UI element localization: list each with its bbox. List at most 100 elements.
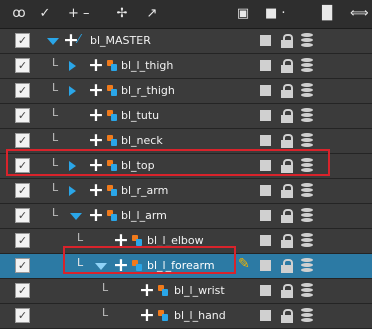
tree-branch-icon: L <box>52 81 59 94</box>
color-swatch-icon[interactable] <box>260 135 271 146</box>
enable-icon[interactable]: ✓ <box>38 5 52 23</box>
pencil-icon: ⁄ <box>78 32 81 46</box>
lock-icon[interactable] <box>281 59 293 73</box>
expand-arrow-icon[interactable] <box>70 213 82 220</box>
tree-branch-icon: L <box>52 56 59 69</box>
lock-icon[interactable] <box>281 184 293 198</box>
expand-arrow-icon[interactable] <box>47 38 59 45</box>
layer-stack-icon[interactable] <box>301 283 313 297</box>
layer-stack-icon[interactable] <box>301 258 313 272</box>
layer-row[interactable]: ✓ L + bl_l_arm <box>0 204 372 229</box>
onion-skin-icon[interactable]: ꝏ <box>12 5 26 23</box>
layer-name[interactable]: bl_neck <box>121 134 163 147</box>
color-swatch-icon[interactable] <box>260 35 271 46</box>
plus-icon: + <box>139 279 155 301</box>
layer-enable-checkbox[interactable]: ✓ <box>15 33 30 48</box>
plus-icon: + <box>88 179 104 201</box>
plus-icon: + <box>88 204 104 226</box>
color-swatch-icon[interactable] <box>260 85 271 96</box>
layer-enable-checkbox[interactable]: ✓ <box>15 108 30 123</box>
layer-row[interactable]: ✓ L + bl_r_arm <box>0 179 372 204</box>
layer-enable-checkbox[interactable]: ✓ <box>15 83 30 98</box>
layer-row[interactable]: ✓ + ⁄ bl_MASTER <box>0 29 372 54</box>
lock-icon[interactable] <box>281 134 293 148</box>
color-swatch-icon[interactable] <box>260 235 271 246</box>
layer-stack-icon[interactable] <box>301 183 313 197</box>
timeline-toolbar: ꝏ ✓ + – ✢ ↗ ▣ ■ · █ ⟺ <box>0 0 372 29</box>
layer-enable-checkbox[interactable]: ✓ <box>15 58 30 73</box>
layer-row[interactable]: ✓ L + bl_l_wrist <box>0 279 372 304</box>
show-icon[interactable]: ■ · <box>265 5 286 23</box>
peg-icon <box>132 235 142 246</box>
color-swatch-icon[interactable] <box>260 310 271 321</box>
layer-name[interactable]: bl_r_thigh <box>121 84 175 97</box>
peg-icon <box>158 310 168 321</box>
layer-name[interactable]: bl_tutu <box>121 109 159 122</box>
color-swatch-icon[interactable] <box>260 285 271 296</box>
tree-branch-icon: L <box>77 231 84 244</box>
tree-branch-icon: L <box>52 181 59 194</box>
expand-arrow-icon[interactable] <box>69 186 76 196</box>
layer-name[interactable]: bl_l_thigh <box>121 59 173 72</box>
layer-enable-checkbox[interactable]: ✓ <box>15 133 30 148</box>
render-preview-icon[interactable]: ▣ <box>236 5 250 23</box>
peg-icon <box>107 210 117 221</box>
layer-stack-icon[interactable] <box>301 108 313 122</box>
color-swatch-icon[interactable] <box>260 210 271 221</box>
highlight-box-bl-l-forearm <box>63 246 236 274</box>
tree-branch-icon: L <box>102 306 109 319</box>
layer-stack-icon[interactable] <box>301 208 313 222</box>
show-alt-icon[interactable]: █ <box>320 5 334 23</box>
lock-icon[interactable] <box>281 234 293 248</box>
plus-icon: + <box>88 129 104 151</box>
collapse-icon[interactable]: ⟺ <box>350 5 369 23</box>
lock-icon[interactable] <box>281 259 293 273</box>
expand-arrow-icon[interactable] <box>69 61 76 71</box>
peg-icon <box>107 85 117 96</box>
layer-enable-checkbox[interactable]: ✓ <box>15 233 30 248</box>
peg-icon <box>107 60 117 71</box>
add-remove-icon[interactable]: + – <box>68 5 90 23</box>
lock-icon[interactable] <box>281 309 293 323</box>
layer-enable-checkbox[interactable]: ✓ <box>15 283 30 298</box>
lock-icon[interactable] <box>281 209 293 223</box>
layer-name[interactable]: bl_l_hand <box>174 309 226 322</box>
layer-row[interactable]: ✓ L + bl_r_thigh <box>0 79 372 104</box>
lock-icon[interactable] <box>281 84 293 98</box>
layer-name[interactable]: bl_MASTER <box>90 34 151 47</box>
add-layer-icon[interactable]: ↗ <box>145 5 159 23</box>
expand-arrow-icon[interactable] <box>69 86 76 96</box>
layer-stack-icon[interactable] <box>301 83 313 97</box>
layer-stack-icon[interactable] <box>301 33 313 47</box>
layer-stack-icon[interactable] <box>301 308 313 322</box>
layer-row[interactable]: ✓ L + bl_l_thigh <box>0 54 372 79</box>
plus-icon: + <box>88 79 104 101</box>
layer-name[interactable]: bl_l_arm <box>121 209 167 222</box>
lock-icon[interactable] <box>281 34 293 48</box>
peg-icon <box>107 110 117 121</box>
tree-branch-icon: L <box>52 131 59 144</box>
plus-icon: + <box>88 104 104 126</box>
color-swatch-icon[interactable] <box>260 185 271 196</box>
tree-branch-icon: L <box>102 281 109 294</box>
layer-row[interactable]: ✓ L + bl_tutu <box>0 104 372 129</box>
layer-stack-icon[interactable] <box>301 133 313 147</box>
layer-stack-icon[interactable] <box>301 233 313 247</box>
lock-icon[interactable] <box>281 109 293 123</box>
color-swatch-icon[interactable] <box>260 260 271 271</box>
layer-name[interactable]: bl_r_arm <box>121 184 168 197</box>
layer-name[interactable]: bl_l_wrist <box>174 284 225 297</box>
layer-stack-icon[interactable] <box>301 58 313 72</box>
layer-enable-checkbox[interactable]: ✓ <box>15 258 30 273</box>
layer-enable-checkbox[interactable]: ✓ <box>15 208 30 223</box>
lock-icon[interactable] <box>281 284 293 298</box>
plus-icon: + <box>139 304 155 326</box>
color-swatch-icon[interactable] <box>260 60 271 71</box>
highlight-box-bl-top <box>6 149 330 176</box>
plus-icon: + <box>63 29 79 51</box>
layer-enable-checkbox[interactable]: ✓ <box>15 308 30 323</box>
tree-branch-icon: L <box>52 106 59 119</box>
color-swatch-icon[interactable] <box>260 110 271 121</box>
layer-enable-checkbox[interactable]: ✓ <box>15 183 30 198</box>
add-peg-icon[interactable]: ✢ <box>115 5 129 23</box>
